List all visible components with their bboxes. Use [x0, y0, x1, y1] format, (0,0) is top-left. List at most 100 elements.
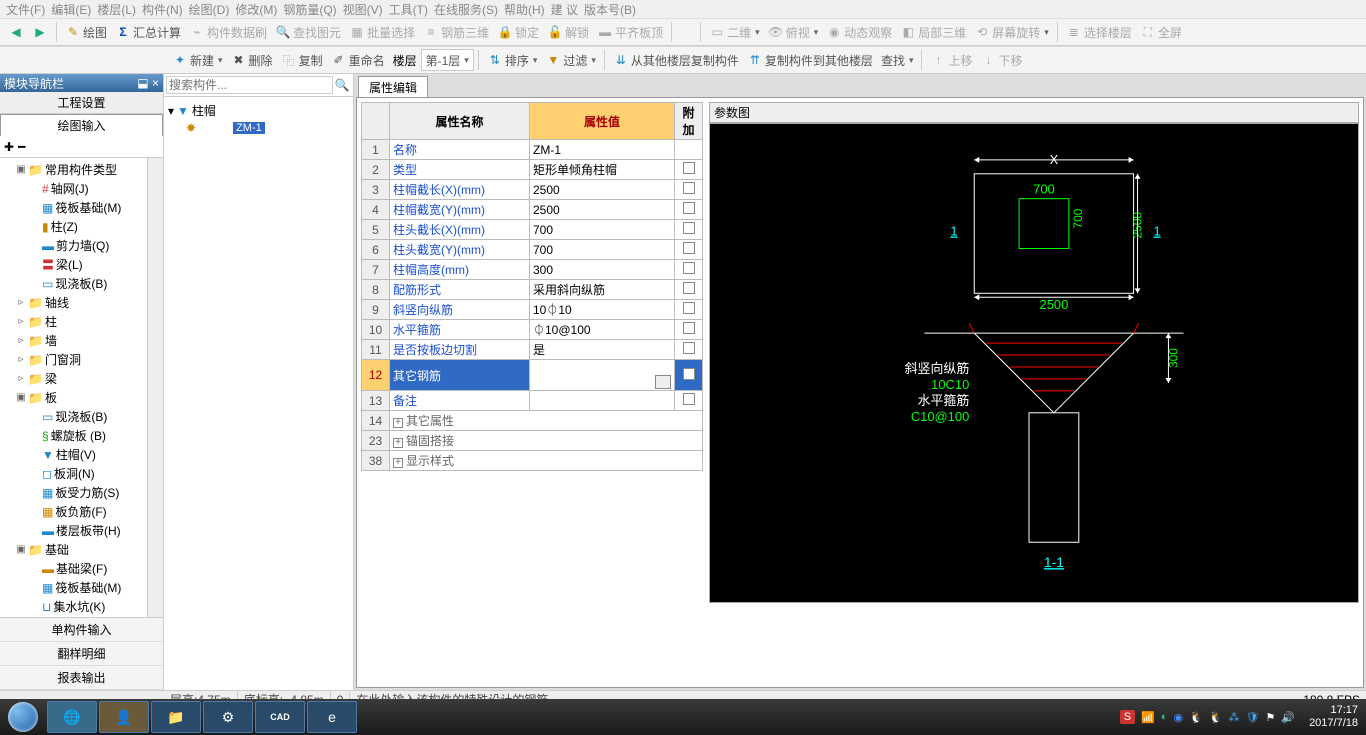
screen-rotate-button[interactable]: ⟲屏幕旋转: [970, 21, 1053, 43]
property-row[interactable]: 11是否按板边切割是: [362, 340, 703, 360]
property-row[interactable]: 9斜竖向纵筋10⏀10: [362, 300, 703, 320]
tree-item[interactable]: ▲柱墩(Y): [16, 616, 161, 617]
find-elem-button[interactable]: 🔍查找图元: [271, 21, 345, 43]
tree-group[interactable]: ▣📁板: [16, 388, 161, 407]
select-floor-button[interactable]: ≣选择楼层: [1062, 21, 1136, 43]
checkbox[interactable]: [683, 262, 695, 274]
network-icon[interactable]: 📶: [1141, 711, 1155, 724]
property-row[interactable]: 5柱头截长(X)(mm)700: [362, 220, 703, 240]
forward-button[interactable]: ▶: [28, 21, 52, 43]
prop-value[interactable]: 矩形单倾角柱帽: [530, 160, 675, 180]
tree-item[interactable]: ▦筏板基础(M): [16, 198, 161, 217]
back-button[interactable]: ◀: [4, 21, 28, 43]
tray-icon[interactable]: ◉: [1174, 711, 1184, 724]
rebar3d-button[interactable]: ≡钢筋三维: [419, 21, 493, 43]
tab-draw-input[interactable]: 绘图输入: [0, 114, 163, 136]
taskbar-app[interactable]: 👤: [99, 701, 149, 733]
pin-icon[interactable]: ⬓: [137, 76, 148, 90]
tree-item[interactable]: #轴网(J): [16, 179, 161, 198]
prop-value[interactable]: 700: [530, 240, 675, 260]
taskbar-clock[interactable]: 17:17 2017/7/18: [1301, 704, 1366, 730]
scrollbar[interactable]: [147, 158, 163, 617]
property-row[interactable]: 4柱帽截宽(Y)(mm)2500: [362, 200, 703, 220]
lock-button[interactable]: 🔒锁定: [493, 21, 543, 43]
checkbox[interactable]: [683, 368, 695, 380]
property-row-expand[interactable]: 14+其它属性: [362, 411, 703, 431]
tree-item[interactable]: ▬基础梁(F): [16, 559, 161, 578]
menu-item[interactable]: 钢筋量(Q): [281, 1, 338, 18]
taskbar-app[interactable]: CAD: [255, 701, 305, 733]
checkbox[interactable]: [683, 222, 695, 234]
tree-item[interactable]: ▦板负筋(F): [16, 502, 161, 521]
tab-project-settings[interactable]: 工程设置: [0, 92, 163, 114]
ime-icon[interactable]: S: [1120, 710, 1135, 724]
overlook-button[interactable]: 👁俯视: [764, 21, 823, 43]
tray-icon[interactable]: 🐧: [1209, 711, 1223, 724]
tree-item[interactable]: ▭现浇板(B): [16, 407, 161, 426]
tree-item[interactable]: ▦筏板基础(M): [16, 578, 161, 597]
copy-from-button[interactable]: ⇊从其他楼层复制构件: [609, 49, 743, 71]
tree-group[interactable]: ▹📁轴线: [16, 293, 161, 312]
tree-root[interactable]: ▾▼柱帽: [168, 101, 349, 120]
tree-group[interactable]: ▹📁墙: [16, 331, 161, 350]
menu-item[interactable]: 建 议: [549, 1, 580, 18]
tree-item[interactable]: ▼柱帽(V): [16, 445, 161, 464]
flat-button[interactable]: ▬平齐板顶: [593, 21, 667, 43]
sort-button[interactable]: ⇅排序: [483, 49, 542, 71]
copy-to-button[interactable]: ⇈复制构件到其他楼层: [743, 49, 877, 71]
tab-single-input[interactable]: 单构件输入: [0, 618, 163, 642]
prop-value[interactable]: 700: [530, 220, 675, 240]
checkbox[interactable]: [683, 342, 695, 354]
search-icon[interactable]: 🔍: [333, 78, 351, 92]
tree-group[interactable]: ▹📁柱: [16, 312, 161, 331]
other-rebar-input[interactable]: [533, 361, 671, 375]
expand-icon[interactable]: +: [393, 418, 403, 428]
close-icon[interactable]: ×: [152, 76, 159, 90]
menu-item[interactable]: 在线服务(S): [432, 1, 500, 18]
component-tree[interactable]: ▣📁常用构件类型 #轴网(J) ▦筏板基础(M) ▮柱(Z) ▬剪力墙(Q) 〓…: [0, 158, 163, 617]
menu-item[interactable]: 绘图(D): [187, 1, 232, 18]
checkbox[interactable]: [683, 202, 695, 214]
taskbar-app[interactable]: ⚙: [203, 701, 253, 733]
prop-value[interactable]: 是: [530, 340, 675, 360]
checkbox[interactable]: [683, 182, 695, 194]
menu-item[interactable]: 编辑(E): [49, 1, 93, 18]
tree-item[interactable]: 〓梁(L): [16, 255, 161, 274]
2d-button[interactable]: ▭二维: [705, 21, 764, 43]
move-down-button[interactable]: ↓下移: [977, 49, 1027, 71]
prop-value[interactable]: 2500: [530, 180, 675, 200]
prop-value[interactable]: ZM-1: [530, 140, 675, 160]
sum-button[interactable]: Σ汇总计算: [111, 21, 185, 43]
prop-value[interactable]: 10⏀10: [530, 300, 675, 320]
tree-item[interactable]: ▬楼层板带(H): [16, 521, 161, 540]
checkbox[interactable]: [683, 242, 695, 254]
tree-item-zm1[interactable]: ✸ZM-1: [168, 120, 349, 136]
local3d-button[interactable]: ◧局部三维: [896, 21, 970, 43]
tab-report[interactable]: 报表输出: [0, 666, 163, 690]
prop-value[interactable]: 2500: [530, 200, 675, 220]
system-tray[interactable]: S 📶 ◐ ◉ 🐧 🐧 ⁂ 🛡 ⚑ 🔊: [1114, 710, 1301, 724]
taskbar-app[interactable]: e: [307, 701, 357, 733]
menu-item[interactable]: 工具(T): [387, 1, 430, 18]
tray-icon[interactable]: 🐧: [1189, 711, 1203, 724]
tab-property-edit[interactable]: 属性编辑: [358, 76, 428, 98]
copy-button[interactable]: ⿻复制: [277, 49, 327, 71]
property-row[interactable]: 6柱头截宽(Y)(mm)700: [362, 240, 703, 260]
search-input[interactable]: [166, 76, 333, 94]
menu-item[interactable]: 帮助(H): [502, 1, 547, 18]
expand-icon[interactable]: +: [393, 458, 403, 468]
data-brush-button[interactable]: ⌁构件数据刷: [185, 21, 271, 43]
delete-button[interactable]: ✖删除: [227, 49, 277, 71]
tree-group[interactable]: ▹📁梁: [16, 369, 161, 388]
flag-icon[interactable]: ⚑: [1265, 711, 1275, 724]
checkbox[interactable]: [683, 322, 695, 334]
expand-icon[interactable]: ✚: [4, 140, 14, 154]
tree-group[interactable]: ▹📁门窗洞: [16, 350, 161, 369]
checkbox[interactable]: [683, 162, 695, 174]
new-button[interactable]: ✦新建: [168, 49, 227, 71]
tree-item[interactable]: ▦板受力筋(S): [16, 483, 161, 502]
expand-icon[interactable]: +: [393, 438, 403, 448]
checkbox[interactable]: [683, 282, 695, 294]
filter-button[interactable]: ▼过滤: [541, 49, 600, 71]
fullscreen-button[interactable]: ⛶全屏: [1136, 21, 1186, 43]
